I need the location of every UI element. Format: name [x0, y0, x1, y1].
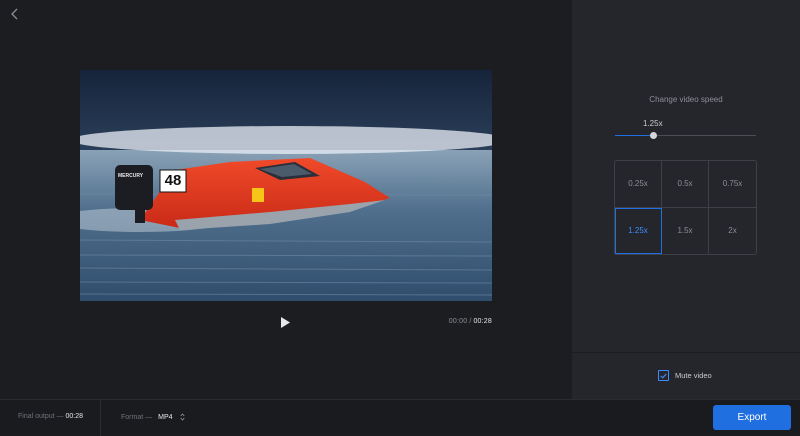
total-time: 00:28	[473, 318, 492, 325]
bottom-bar: Final output — 00:28 Format — MP4 Export	[0, 399, 800, 436]
speed-option-0_5x[interactable]: 0.5x	[662, 161, 709, 208]
time-separator: /	[469, 318, 472, 325]
speed-options-grid: 0.25x 0.5x 0.75x 1.25x 1.5x 2x	[614, 160, 757, 255]
play-icon	[280, 316, 290, 328]
speed-value: 1.25x	[643, 119, 663, 128]
engine-brand-text: MERCURY	[118, 173, 144, 179]
speed-slider[interactable]	[615, 130, 756, 140]
bar-divider	[100, 400, 101, 436]
final-output: Final output — 00:28	[18, 413, 83, 420]
speed-option-0_25x[interactable]: 0.25x	[615, 161, 662, 208]
final-output-label: Final output —	[18, 413, 64, 420]
updown-chevron-icon	[179, 413, 185, 421]
editor-main-area: MERCURY 48 00:00/00:28	[0, 0, 572, 399]
speed-option-1_5x[interactable]: 1.5x	[662, 207, 709, 254]
settings-panel: Change video speed 1.25x 0.25x 0.5x 0.75x 1…	[572, 0, 800, 399]
current-time: 00:00	[448, 318, 468, 325]
final-output-value: 00:28	[65, 413, 84, 420]
export-button[interactable]: Export	[713, 405, 791, 430]
format-label: Format —	[121, 413, 153, 421]
back-button[interactable]	[6, 6, 22, 22]
speed-option-2x[interactable]: 2x	[709, 208, 756, 255]
checkmark-icon	[660, 373, 667, 379]
slider-fill	[615, 135, 654, 136]
video-preview[interactable]: MERCURY 48	[80, 70, 492, 301]
time-readout: 00:00/00:28	[430, 318, 492, 325]
speed-heading: Change video speed	[649, 95, 723, 104]
format-select[interactable]: MP4	[158, 413, 185, 421]
speed-option-1_25x[interactable]: 1.25x	[615, 207, 662, 254]
mute-label: Mute video	[675, 371, 712, 380]
slider-thumb[interactable]	[650, 132, 658, 139]
video-frame-image	[80, 70, 492, 301]
format-group: Format — MP4	[121, 413, 185, 421]
speed-option-0_75x[interactable]: 0.75x	[709, 161, 756, 208]
play-button[interactable]	[276, 313, 294, 331]
race-number-text: 48	[164, 172, 182, 189]
mute-toggle[interactable]: Mute video	[658, 370, 712, 381]
format-value: MP4	[158, 413, 173, 421]
mute-checkbox[interactable]	[658, 370, 669, 381]
panel-divider	[572, 352, 800, 353]
chevron-left-icon	[10, 8, 17, 20]
